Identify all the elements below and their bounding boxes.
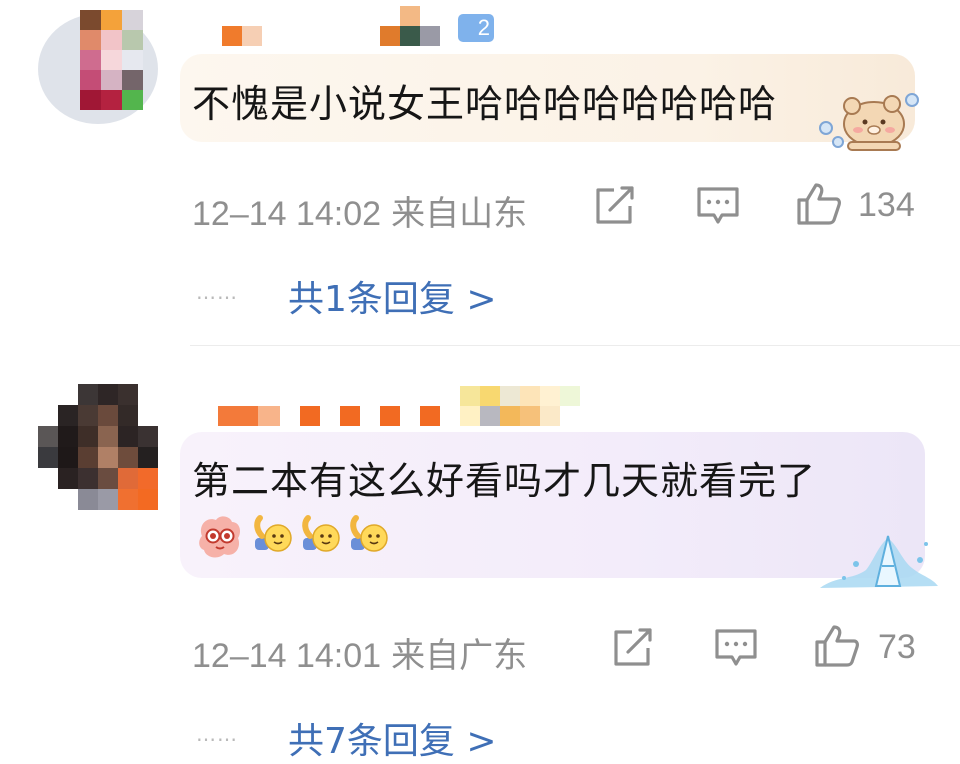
reply-ellipsis: …… — [196, 722, 238, 746]
comment-meta: 12–14 14:01 来自广东 — [192, 628, 527, 677]
user-badge — [380, 6, 460, 46]
comment-icon[interactable] — [714, 628, 758, 668]
ice-splash-sticker-icon — [820, 535, 938, 588]
dizzy-face-emoji-icon — [199, 516, 240, 558]
avatar[interactable] — [38, 384, 162, 510]
location: 来自山东 — [391, 194, 528, 234]
comment-meta: 12–14 14:02 来自山东 — [192, 186, 527, 235]
user-badge — [460, 386, 580, 426]
comment-icon[interactable] — [696, 186, 740, 226]
bear-sticker-icon — [819, 93, 919, 151]
like-icon[interactable] — [814, 624, 860, 668]
timestamp: 12–14 14:02 — [192, 195, 382, 233]
timestamp: 12–14 14:01 — [192, 637, 382, 675]
view-replies-link[interactable]: 共7条回复 > — [288, 712, 497, 764]
like-count: 134 — [858, 186, 915, 224]
share-icon[interactable] — [594, 186, 636, 226]
waving-emoji-icon — [254, 515, 292, 552]
view-replies-link[interactable]: 共1条回复 > — [288, 270, 497, 322]
comment-text: 第二本有这么好看吗才几天就看完了 — [192, 459, 817, 503]
like-count: 73 — [878, 628, 916, 666]
waving-emoji-icon — [302, 515, 340, 552]
comment-text: 不愧是小说女王哈哈哈哈哈哈哈哈 — [192, 82, 778, 126]
username[interactable] — [218, 406, 442, 428]
username[interactable] — [222, 26, 262, 46]
avatar[interactable] — [38, 4, 162, 128]
like-icon[interactable] — [796, 182, 842, 226]
reply-ellipsis: …… — [196, 280, 238, 304]
level-badge: 2 — [458, 14, 494, 42]
location: 来自广东 — [391, 636, 528, 676]
comment-divider — [190, 345, 960, 346]
waving-emoji-icon — [350, 515, 388, 552]
share-icon[interactable] — [612, 628, 654, 668]
